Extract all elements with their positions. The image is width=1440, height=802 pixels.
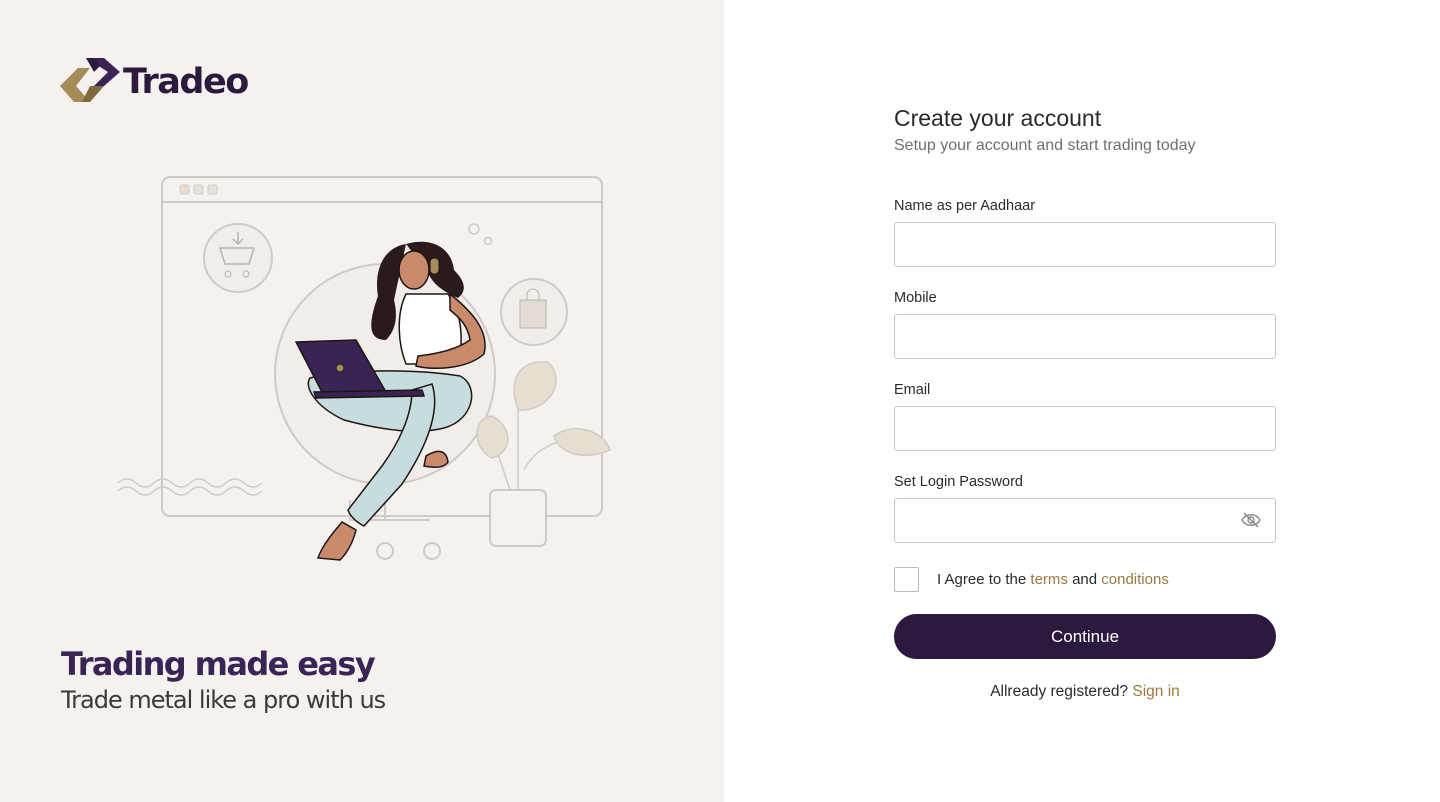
- agree-text: I Agree to the terms and conditions: [937, 571, 1169, 588]
- password-field: Set Login Password: [894, 473, 1276, 543]
- password-input-box: [894, 498, 1276, 543]
- sign-in-row: Allready registered? Sign in: [894, 683, 1276, 701]
- form-subtitle: Setup your account and start trading tod…: [894, 137, 1196, 154]
- name-field: Name as per Aadhaar: [894, 197, 1276, 267]
- brand-logo: Tradeo: [60, 56, 249, 104]
- name-input[interactable]: [895, 223, 1249, 264]
- password-label: Set Login Password: [894, 474, 1023, 490]
- name-label: Name as per Aadhaar: [894, 198, 1036, 214]
- logo-mark-icon: [60, 58, 120, 102]
- password-input[interactable]: [895, 499, 1249, 540]
- agree-and: and: [1072, 571, 1098, 588]
- registered-text: Allready registered?: [990, 683, 1129, 700]
- mobile-input[interactable]: [895, 315, 1249, 356]
- form-title: Create your account: [894, 105, 1102, 131]
- brand-name: Tradeo: [123, 62, 249, 102]
- hero-illustration: [117, 176, 611, 561]
- agree-checkbox[interactable]: [894, 567, 919, 592]
- signup-form: Create your account Setup your account a…: [894, 104, 1276, 701]
- hero-tagline: Trading made easy Trade metal like a pro…: [61, 644, 386, 716]
- conditions-link[interactable]: conditions: [1101, 571, 1169, 588]
- hero-subtitle: Trade metal like a pro with us: [61, 686, 386, 714]
- continue-button[interactable]: Continue: [894, 614, 1276, 659]
- agree-row: I Agree to the terms and conditions: [894, 567, 1276, 592]
- hero-title: Trading made easy: [61, 645, 376, 683]
- email-label: Email: [894, 382, 931, 398]
- name-input-box: [894, 222, 1276, 267]
- mobile-label: Mobile: [894, 290, 937, 306]
- brand-panel: Tradeo Trading made easy Trade metal lik…: [0, 0, 724, 802]
- mobile-field: Mobile: [894, 289, 1276, 359]
- form-panel: Create your account Setup your account a…: [724, 0, 1440, 802]
- sign-in-link[interactable]: Sign in: [1132, 683, 1179, 700]
- mobile-input-box: [894, 314, 1276, 359]
- eye-off-icon[interactable]: [1241, 511, 1261, 529]
- email-field: Email: [894, 381, 1276, 451]
- agree-prefix: I Agree to the: [937, 571, 1027, 588]
- email-input[interactable]: [895, 407, 1249, 448]
- signup-page: Tradeo Trading made easy Trade metal lik…: [0, 0, 1440, 802]
- email-input-box: [894, 406, 1276, 451]
- terms-link[interactable]: terms: [1030, 571, 1068, 588]
